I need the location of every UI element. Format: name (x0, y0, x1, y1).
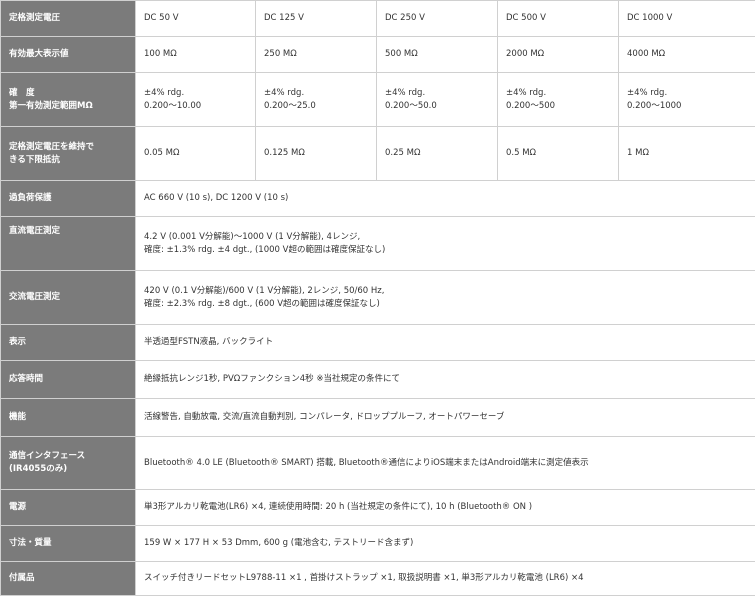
table-cell: 4000 MΩ (619, 37, 755, 73)
table-row: 機能 活線警告, 自動放電, 交流/直流自動判別, コンパレータ, ドロッププル… (1, 399, 755, 437)
cell-line: 0.200〜500 (506, 100, 610, 113)
table-cell: 0.5 MΩ (498, 127, 619, 181)
table-row: 寸法・質量 159 W × 177 H × 53 Dmm, 600 g (電池含… (1, 526, 755, 562)
table-row: 直流電圧測定 4.2 V (0.001 V分解能)〜1000 V (1 V分解能… (1, 217, 755, 271)
table-cell: ±4% rdg. 0.200〜1000 (619, 73, 755, 127)
row-label: 過負荷保護 (1, 181, 136, 217)
table-cell: スイッチ付きリードセットL9788-11 ×1 , 首掛けストラップ ×1, 取… (136, 562, 755, 596)
cell-line: 0.200〜25.0 (264, 100, 368, 113)
cell-line: 0.200〜50.0 (385, 100, 489, 113)
row-label: 付属品 (1, 562, 136, 596)
table-row: 定格測定電圧を維持で きる下限抵抗 0.05 MΩ 0.125 MΩ 0.25 … (1, 127, 755, 181)
table-row: 通信インタフェース (IR4055のみ) Bluetooth® 4.0 LE (… (1, 437, 755, 490)
row-label: 有効最大表示値 (1, 37, 136, 73)
spec-table: 定格測定電圧 DC 50 V DC 125 V DC 250 V DC 500 … (0, 0, 755, 596)
row-label-line: 定格測定電圧を維持で (9, 141, 127, 154)
table-cell: 半透過型FSTN液晶, バックライト (136, 325, 755, 361)
row-label: 応答時間 (1, 361, 136, 399)
table-cell: 絶縁抵抗レンジ1秒, PVΩファンクション4秒 ※当社規定の条件にて (136, 361, 755, 399)
cell-line: 確度: ±1.3% rdg. ±4 dgt., (1000 V超の範囲は確度保証… (144, 244, 747, 257)
table-row: 有効最大表示値 100 MΩ 250 MΩ 500 MΩ 2000 MΩ 400… (1, 37, 755, 73)
table-cell: DC 250 V (377, 1, 498, 37)
row-label-line: (IR4055のみ) (9, 463, 127, 476)
row-label: 寸法・質量 (1, 526, 136, 562)
row-label: 機能 (1, 399, 136, 437)
table-row: 応答時間 絶縁抵抗レンジ1秒, PVΩファンクション4秒 ※当社規定の条件にて (1, 361, 755, 399)
row-label-line: 通信インタフェース (9, 450, 127, 463)
row-label: 通信インタフェース (IR4055のみ) (1, 437, 136, 490)
table-cell: ±4% rdg. 0.200〜10.00 (136, 73, 256, 127)
cell-line: 420 V (0.1 V分解能)/600 V (1 V分解能), 2レンジ, 5… (144, 285, 747, 298)
table-cell: 0.05 MΩ (136, 127, 256, 181)
table-cell: AC 660 V (10 s), DC 1200 V (10 s) (136, 181, 755, 217)
cell-line: ±4% rdg. (264, 87, 368, 100)
table-row: 電源 単3形アルカリ乾電池(LR6) ×4, 連続使用時間: 20 h (当社規… (1, 490, 755, 526)
table-cell: ±4% rdg. 0.200〜500 (498, 73, 619, 127)
table-row: 定格測定電圧 DC 50 V DC 125 V DC 250 V DC 500 … (1, 1, 755, 37)
cell-line: 0.200〜10.00 (144, 100, 247, 113)
table-cell: 1 MΩ (619, 127, 755, 181)
table-cell: 100 MΩ (136, 37, 256, 73)
table-cell: 単3形アルカリ乾電池(LR6) ×4, 連続使用時間: 20 h (当社規定の条… (136, 490, 755, 526)
table-cell: DC 1000 V (619, 1, 755, 37)
table-cell: DC 125 V (256, 1, 377, 37)
row-label-line: きる下限抵抗 (9, 154, 127, 167)
table-cell: 0.25 MΩ (377, 127, 498, 181)
row-label-line: 第一有効測定範囲MΩ (9, 100, 127, 113)
table-cell: 420 V (0.1 V分解能)/600 V (1 V分解能), 2レンジ, 5… (136, 271, 755, 325)
row-label-line: 確 度 (9, 87, 127, 100)
table-row: 交流電圧測定 420 V (0.1 V分解能)/600 V (1 V分解能), … (1, 271, 755, 325)
cell-line: ±4% rdg. (144, 87, 247, 100)
row-label: 表示 (1, 325, 136, 361)
cell-line: ±4% rdg. (506, 87, 610, 100)
row-label: 直流電圧測定 (1, 217, 136, 271)
table-cell: 0.125 MΩ (256, 127, 377, 181)
table-cell: 2000 MΩ (498, 37, 619, 73)
table-cell: DC 50 V (136, 1, 256, 37)
table-cell: 活線警告, 自動放電, 交流/直流自動判別, コンパレータ, ドロッププルーフ,… (136, 399, 755, 437)
row-label: 電源 (1, 490, 136, 526)
cell-line: 4.2 V (0.001 V分解能)〜1000 V (1 V分解能), 4レンジ… (144, 231, 747, 244)
cell-line: ±4% rdg. (385, 87, 489, 100)
cell-line: 0.200〜1000 (627, 100, 747, 113)
table-cell: ±4% rdg. 0.200〜25.0 (256, 73, 377, 127)
table-cell: 500 MΩ (377, 37, 498, 73)
row-label: 定格測定電圧 (1, 1, 136, 37)
table-cell: 250 MΩ (256, 37, 377, 73)
table-cell: 4.2 V (0.001 V分解能)〜1000 V (1 V分解能), 4レンジ… (136, 217, 755, 271)
table-cell: DC 500 V (498, 1, 619, 37)
row-label: 確 度 第一有効測定範囲MΩ (1, 73, 136, 127)
table-cell: ±4% rdg. 0.200〜50.0 (377, 73, 498, 127)
row-label: 交流電圧測定 (1, 271, 136, 325)
table-row: 表示 半透過型FSTN液晶, バックライト (1, 325, 755, 361)
table-cell: Bluetooth® 4.0 LE (Bluetooth® SMART) 搭載,… (136, 437, 755, 490)
table-cell: 159 W × 177 H × 53 Dmm, 600 g (電池含む, テスト… (136, 526, 755, 562)
table-row: 付属品 スイッチ付きリードセットL9788-11 ×1 , 首掛けストラップ ×… (1, 562, 755, 596)
table-row: 過負荷保護 AC 660 V (10 s), DC 1200 V (10 s) (1, 181, 755, 217)
table-row: 確 度 第一有効測定範囲MΩ ±4% rdg. 0.200〜10.00 ±4% … (1, 73, 755, 127)
row-label: 定格測定電圧を維持で きる下限抵抗 (1, 127, 136, 181)
cell-line: ±4% rdg. (627, 87, 747, 100)
cell-line: 確度: ±2.3% rdg. ±8 dgt., (600 V超の範囲は確度保証な… (144, 298, 747, 311)
